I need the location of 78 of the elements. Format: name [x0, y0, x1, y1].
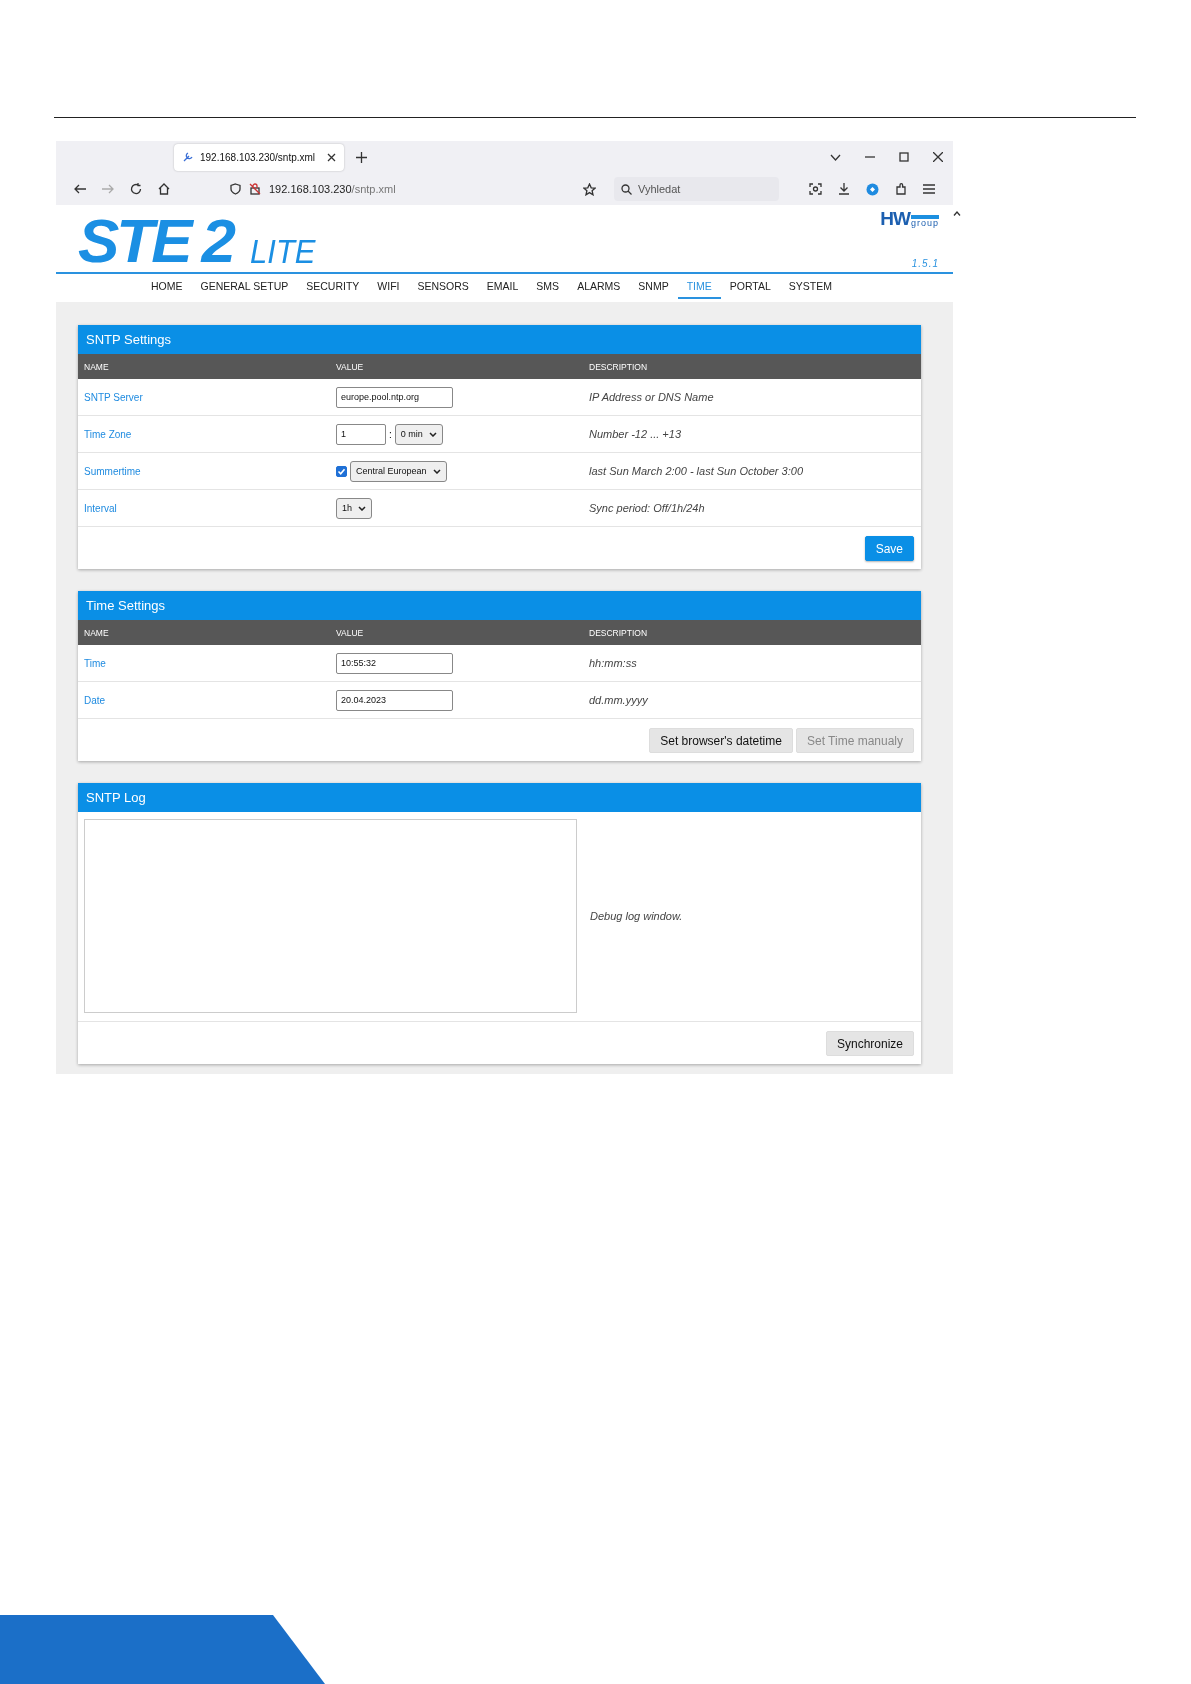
- dropdown[interactable]: 0 min: [394, 423, 443, 445]
- log-field[interactable]: [84, 819, 577, 1013]
- panel-title: SNTP Settings: [78, 325, 921, 354]
- description-text: hh:mm:ss: [589, 657, 638, 669]
- star-icon[interactable]: [583, 182, 596, 196]
- caret-icon: [428, 431, 437, 437]
- search-field[interactable]: Vyhledat: [614, 177, 779, 201]
- panel-title: SNTP Log: [78, 783, 921, 812]
- logo-subtitle: LITE: [250, 234, 316, 269]
- browser-tab[interactable]: 192.168.103.230/sntp.xml: [174, 143, 344, 171]
- back-arrow-icon[interactable]: [74, 184, 86, 194]
- brand-logo-subtitle: group: [910, 215, 939, 228]
- action-button[interactable]: Synchronize: [825, 1031, 914, 1056]
- column-header: NAME: [84, 361, 110, 372]
- plus-icon[interactable]: [356, 151, 367, 163]
- extension-icon[interactable]: [866, 182, 879, 196]
- text-field[interactable]: 20.04.2023: [336, 689, 453, 711]
- menu-item[interactable]: SECURITY: [297, 274, 369, 299]
- caret-icon: [358, 505, 366, 511]
- menu-item[interactable]: HOME: [142, 274, 192, 299]
- screenshot-icon[interactable]: [809, 183, 822, 195]
- wrench-icon: [182, 151, 194, 163]
- description-text: dd.mm.yyyy: [589, 694, 649, 706]
- menu-icon[interactable]: [923, 184, 935, 194]
- home-icon[interactable]: [158, 183, 170, 195]
- forward-arrow-icon: [102, 184, 114, 194]
- menu-item[interactable]: SMS: [527, 274, 569, 299]
- scroll-up-icon[interactable]: [953, 211, 961, 216]
- setting-name: Time Zone: [84, 428, 133, 440]
- checkbox[interactable]: [336, 465, 347, 477]
- description-text: last Sun March 2:00 - last Sun October 3:00: [589, 465, 804, 477]
- logo-number: 2: [201, 210, 237, 272]
- caret-icon: [432, 468, 441, 474]
- menu-item[interactable]: WIFI: [368, 274, 409, 299]
- text-field[interactable]: 10:55:32: [336, 652, 453, 674]
- description-text: Number -12 ... +13: [589, 428, 683, 440]
- search-placeholder: Vyhledat: [638, 183, 681, 195]
- text-field[interactable]: europe.pool.ntp.org: [336, 386, 453, 408]
- description-text: Debug log window.: [590, 910, 683, 922]
- puzzle-icon[interactable]: [895, 183, 907, 195]
- close-icon[interactable]: [933, 152, 943, 162]
- brand-logo-text: HW: [880, 209, 910, 228]
- search-icon: [621, 183, 632, 195]
- text-field[interactable]: 1: [336, 423, 386, 445]
- dropdown[interactable]: Central European: [350, 460, 447, 482]
- menu-item[interactable]: SYSTEM: [779, 274, 841, 299]
- menu-item[interactable]: EMAIL: [477, 274, 528, 299]
- setting-name: SNTP Server: [84, 391, 144, 403]
- download-icon[interactable]: [838, 183, 850, 195]
- maximize-icon[interactable]: [899, 152, 909, 162]
- description-text: IP Address or DNS Name: [589, 391, 715, 403]
- description-text: Sync period: Off/1h/24h: [589, 502, 706, 514]
- chevron-down-icon[interactable]: [830, 153, 841, 161]
- setting-name: Interval: [84, 502, 118, 514]
- tab-title: 192.168.103.230/sntp.xml: [200, 151, 317, 163]
- setting-name: Date: [84, 694, 107, 706]
- setting-name: Time: [84, 657, 107, 669]
- setting-name: Summertime: [84, 465, 142, 477]
- close-icon[interactable]: [327, 152, 336, 162]
- column-header: DESCRIPTION: [589, 627, 649, 638]
- dropdown[interactable]: 1h: [336, 497, 372, 519]
- column-header: DESCRIPTION: [589, 361, 649, 372]
- reload-icon[interactable]: [130, 183, 142, 195]
- panel-title: Time Settings: [78, 591, 921, 620]
- menu-item[interactable]: SENSORS: [408, 274, 478, 299]
- version-number: 1.5.1: [911, 258, 939, 269]
- column-header: VALUE: [336, 361, 365, 372]
- menu-item[interactable]: GENERAL SETUP: [191, 274, 298, 299]
- menu-item[interactable]: SNMP: [629, 274, 678, 299]
- lock-icon: [249, 183, 261, 195]
- action-button[interactable]: Set browser's datetime: [649, 728, 793, 753]
- menu-item[interactable]: ALARMS: [568, 274, 630, 299]
- menu-item[interactable]: PORTAL: [720, 274, 780, 299]
- url-text: 192.168.103.230/sntp.xml: [269, 183, 396, 195]
- separator-text: :: [389, 428, 392, 440]
- column-header: VALUE: [336, 627, 365, 638]
- column-header: NAME: [84, 627, 110, 638]
- shield-icon: [230, 183, 241, 195]
